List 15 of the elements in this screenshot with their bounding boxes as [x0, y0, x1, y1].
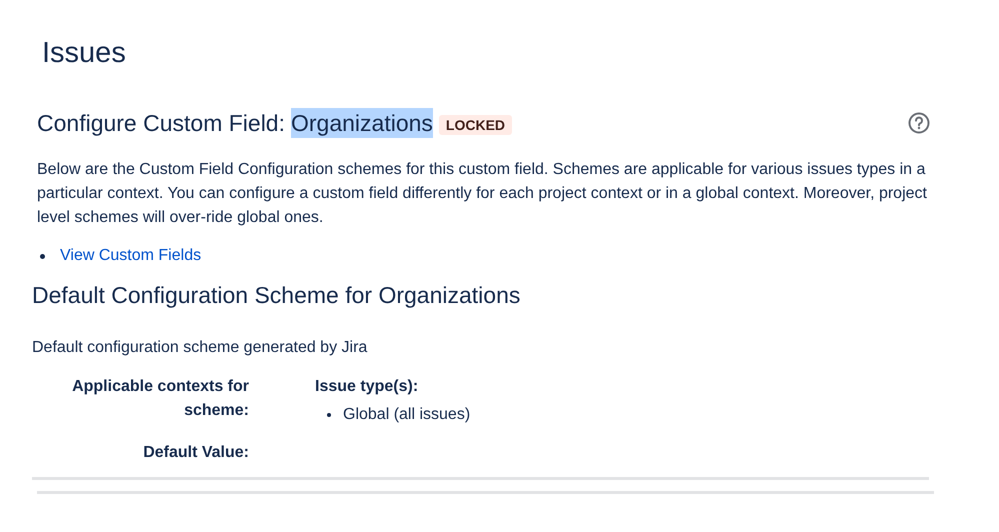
help-icon[interactable] [908, 112, 930, 134]
locked-lozenge: LOCKED [438, 115, 512, 135]
scheme-title: Default Configuration Scheme for Organizations [32, 281, 522, 310]
bullet-icon [40, 254, 45, 258]
scheme-description: Default configuration scheme generated by Jira [32, 338, 368, 358]
description-text: Below are the Custom Field Configuration schemes for this custom field. Schemes are applicable for various issues types in a particular context. You can configure a custom field differently for each project context or in a global context. Moreover, project level schemes will over-ride global ones. [37, 160, 927, 228]
field-label: Applicable contexts for scheme: [71, 377, 249, 421]
view-custom-fields-link[interactable]: View Custom Fields [60, 244, 202, 268]
issue-type-heading: Issue type(s): [315, 377, 420, 397]
field-name: Organizations [291, 108, 433, 138]
heading-text: Configure Custom Field: [37, 109, 285, 138]
bullet-icon [327, 413, 331, 417]
page-title: Issues [41, 36, 127, 70]
field-label: Default Value: [142, 443, 249, 463]
issue-type-item: Global (all issues) [343, 405, 470, 425]
